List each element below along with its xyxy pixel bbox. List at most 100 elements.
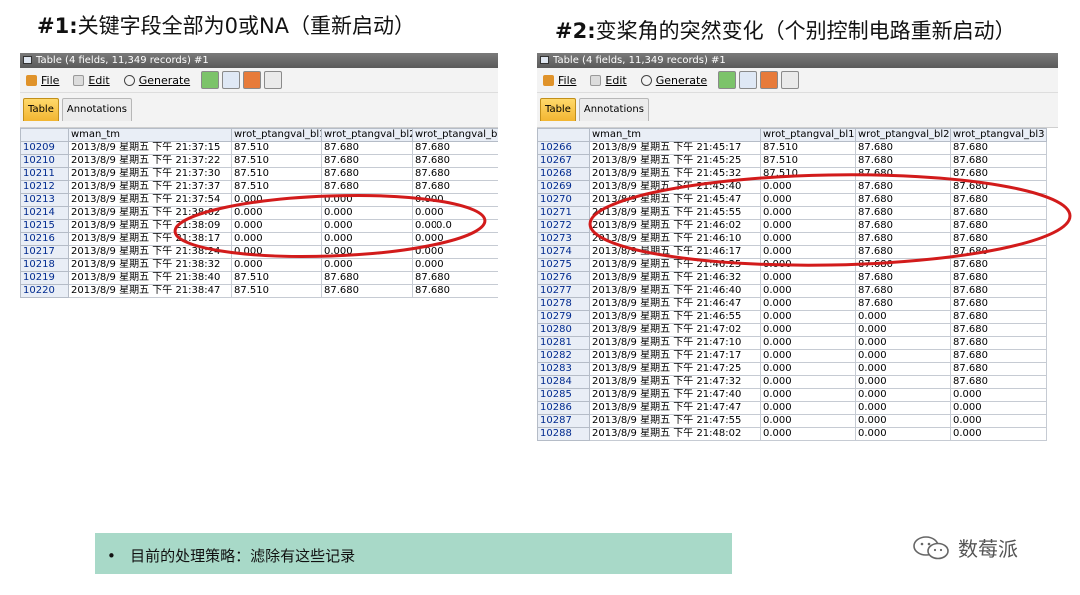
table-cell[interactable]: 0.000: [760, 388, 856, 402]
table-cell[interactable]: 0.000: [855, 323, 951, 337]
table-cell[interactable]: 87.680: [950, 232, 1047, 246]
table-cell[interactable]: 0.000: [412, 193, 498, 207]
tab-table[interactable]: Table: [23, 98, 59, 121]
table-cell[interactable]: 0.000: [760, 258, 856, 272]
table-cell[interactable]: 2013/8/9 星期五 下午 21:45:25: [589, 154, 761, 168]
table-cell[interactable]: 0.000: [855, 310, 951, 324]
table-cell[interactable]: 87.680: [321, 271, 413, 285]
table-cell[interactable]: 0.000: [760, 323, 856, 337]
menu-file[interactable]: File: [543, 74, 576, 87]
table-row[interactable]: 10209 2013/8/9 星期五 下午 21:37:15 87.510 87.68…: [20, 141, 498, 155]
record-id-cell[interactable]: 10219: [20, 271, 69, 285]
table-cell[interactable]: 2013/8/9 星期五 下午 21:38:47: [68, 284, 232, 298]
record-id-cell[interactable]: 10271: [537, 206, 590, 220]
window-titlebar[interactable]: Table (4 fields, 11,349 records) #1: [537, 53, 1058, 68]
record-id-cell[interactable]: 10284: [537, 375, 590, 389]
record-id-cell[interactable]: 10218: [20, 258, 69, 272]
record-id-cell[interactable]: 10278: [537, 297, 590, 311]
table-row[interactable]: 10210 2013/8/9 星期五 下午 21:37:22 87.510 87.68…: [20, 154, 498, 168]
table-cell[interactable]: 0.000: [760, 336, 856, 350]
table-row[interactable]: 10267 2013/8/9 星期五 下午 21:45:25 87.510 87.68…: [537, 154, 1047, 168]
table-row[interactable]: 10213 2013/8/9 星期五 下午 21:37:54 0.000 0.000 0…: [20, 193, 498, 207]
table-cell[interactable]: 2013/8/9 星期五 下午 21:45:55: [589, 206, 761, 220]
table-cell[interactable]: 2013/8/9 星期五 下午 21:38:32: [68, 258, 232, 272]
table-cell[interactable]: 0.000: [760, 349, 856, 363]
tab-annotations[interactable]: Annotations: [578, 98, 649, 121]
table-cell[interactable]: 87.680: [321, 180, 413, 194]
table-cell[interactable]: 87.510: [760, 141, 856, 155]
record-id-cell[interactable]: 10210: [20, 154, 69, 168]
table-cell[interactable]: 0.000: [321, 232, 413, 246]
table-row[interactable]: 10272 2013/8/9 星期五 下午 21:46:02 0.000 87.680…: [537, 219, 1047, 233]
column-header[interactable]: [537, 128, 590, 142]
table-row[interactable]: 10284 2013/8/9 星期五 下午 21:47:32 0.000 0.000 8…: [537, 375, 1047, 389]
record-id-cell[interactable]: 10266: [537, 141, 590, 155]
record-id-cell[interactable]: 10285: [537, 388, 590, 402]
table-cell[interactable]: 87.680: [950, 141, 1047, 155]
table-cell[interactable]: 0.000: [760, 414, 856, 428]
table-cell[interactable]: 2013/8/9 星期五 下午 21:38:40: [68, 271, 232, 285]
find-button[interactable]: [264, 71, 283, 89]
table-cell[interactable]: 87.680: [950, 349, 1047, 363]
table-cell[interactable]: 87.680: [855, 297, 951, 311]
table-cell[interactable]: 2013/8/9 星期五 下午 21:46:55: [589, 310, 761, 324]
table-cell[interactable]: 0.000: [321, 245, 413, 259]
record-id-cell[interactable]: 10272: [537, 219, 590, 233]
table-cell[interactable]: 2013/8/9 星期五 下午 21:48:02: [589, 427, 761, 441]
column-header[interactable]: wrot_ptangval_bl2: [855, 128, 951, 142]
record-id-cell[interactable]: 10276: [537, 271, 590, 285]
table-cell[interactable]: 2013/8/9 星期五 下午 21:37:37: [68, 180, 232, 194]
table-cell[interactable]: 2013/8/9 星期五 下午 21:47:47: [589, 401, 761, 415]
table-cell[interactable]: 87.680: [855, 206, 951, 220]
table-cell[interactable]: 2013/8/9 星期五 下午 21:46:25: [589, 258, 761, 272]
table-cell[interactable]: 0.000: [950, 414, 1047, 428]
table-row[interactable]: 10277 2013/8/9 星期五 下午 21:46:40 0.000 87.680…: [537, 284, 1047, 298]
table-cell[interactable]: 0.000: [412, 258, 498, 272]
table-cell[interactable]: 87.510: [760, 167, 856, 181]
table-cell[interactable]: 87.680: [412, 167, 498, 181]
table-cell[interactable]: 0.000: [855, 375, 951, 389]
table-cell[interactable]: 87.510: [231, 271, 322, 285]
table-cell[interactable]: 2013/8/9 星期五 下午 21:38:17: [68, 232, 232, 246]
table-cell[interactable]: 87.680: [855, 141, 951, 155]
table-cell[interactable]: 87.680: [321, 154, 413, 168]
table-cell[interactable]: 87.680: [412, 154, 498, 168]
table-cell[interactable]: 2013/8/9 星期五 下午 21:47:32: [589, 375, 761, 389]
record-id-cell[interactable]: 10280: [537, 323, 590, 337]
table-cell[interactable]: 87.680: [950, 193, 1047, 207]
print-button[interactable]: [222, 71, 241, 89]
table-cell[interactable]: 2013/8/9 星期五 下午 21:47:55: [589, 414, 761, 428]
table-cell[interactable]: 0.000: [412, 219, 498, 233]
table-row[interactable]: 10285 2013/8/9 星期五 下午 21:47:40 0.000 0.000 0…: [537, 388, 1047, 402]
table-row[interactable]: 10269 2013/8/9 星期五 下午 21:45:40 0.000 87.680…: [537, 180, 1047, 194]
table-cell[interactable]: 2013/8/9 星期五 下午 21:46:02: [589, 219, 761, 233]
table-cell[interactable]: 2013/8/9 星期五 下午 21:47:02: [589, 323, 761, 337]
table-row[interactable]: 10288 2013/8/9 星期五 下午 21:48:02 0.000 0.000 0…: [537, 427, 1047, 441]
table-cell[interactable]: 0.000: [321, 206, 413, 220]
menu-generate[interactable]: Generate: [640, 74, 707, 87]
column-header[interactable]: [20, 128, 69, 142]
table-cell[interactable]: 0.000: [231, 206, 322, 220]
menu-file[interactable]: File: [26, 74, 59, 87]
table-cell[interactable]: 87.680: [855, 154, 951, 168]
table-cell[interactable]: 0.000: [412, 245, 498, 259]
table-cell[interactable]: 87.680: [321, 167, 413, 181]
table-cell[interactable]: 0.000: [760, 245, 856, 259]
record-id-cell[interactable]: 10216: [20, 232, 69, 246]
table-cell[interactable]: 2013/8/9 星期五 下午 21:46:47: [589, 297, 761, 311]
record-id-cell[interactable]: 10212: [20, 180, 69, 194]
menu-edit[interactable]: Edit: [590, 74, 627, 87]
chart-button[interactable]: [760, 71, 779, 89]
table-cell[interactable]: 0.000: [231, 232, 322, 246]
table-row[interactable]: 10218 2013/8/9 星期五 下午 21:38:32 0.000 0.000 0…: [20, 258, 498, 272]
export-button[interactable]: [201, 71, 220, 89]
table-cell[interactable]: 0.000: [760, 219, 856, 233]
record-id-cell[interactable]: 10213: [20, 193, 69, 207]
table-cell[interactable]: 2013/8/9 星期五 下午 21:45:17: [589, 141, 761, 155]
table-cell[interactable]: 87.680: [950, 297, 1047, 311]
export-button[interactable]: [718, 71, 737, 89]
table-cell[interactable]: 0.000: [231, 258, 322, 272]
table-cell[interactable]: 87.510: [231, 141, 322, 155]
menu-generate[interactable]: Generate: [123, 74, 190, 87]
record-id-cell[interactable]: 10273: [537, 232, 590, 246]
